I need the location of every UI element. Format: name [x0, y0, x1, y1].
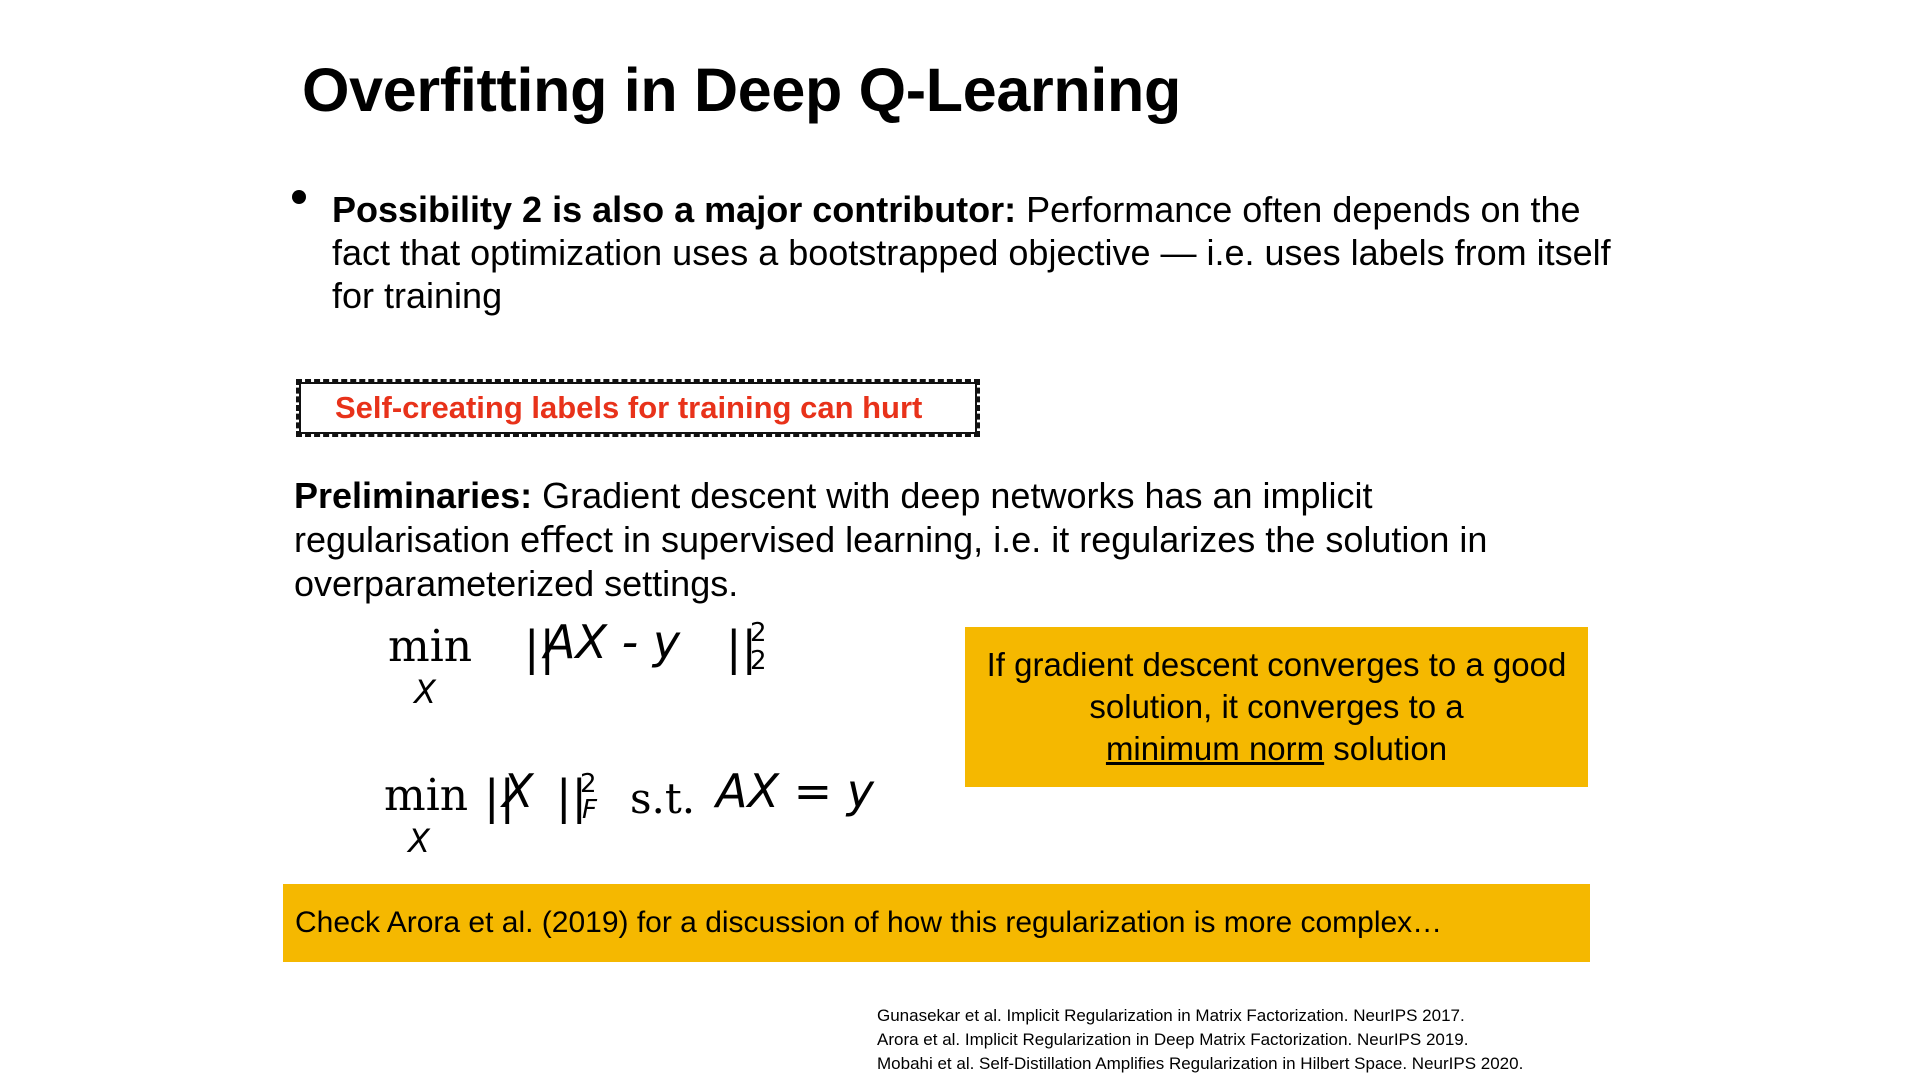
reference-item: Arora et al. Implicit Regularization in … — [877, 1030, 1469, 1049]
eq2-sub: F — [582, 795, 597, 825]
eq2-min-var: X — [408, 822, 430, 860]
arora-note-text: Check Arora et al. (2019) for a discussi… — [295, 906, 1443, 939]
note-underlined: minimum norm — [1105, 730, 1325, 767]
eq1-sub: 2 — [750, 646, 767, 676]
slide-title: Overfitting in Deep Q-Learning — [302, 56, 1181, 124]
arora-note-bar: Check Arora et al. (2019) for a discussi… — [283, 884, 1590, 962]
eq1-min: min — [388, 621, 473, 672]
bullet-dot — [292, 190, 306, 204]
preliminaries-bold: Preliminaries: — [294, 475, 533, 516]
eq2-st: s.t. — [630, 774, 696, 823]
eq2-body: X — [502, 764, 534, 818]
callout-box: Self-creating labels for training can hu… — [296, 379, 980, 437]
note-line-1: If gradient descent converges to a good … — [986, 646, 1567, 725]
preliminaries-text: Preliminaries: Gradient descent with dee… — [294, 474, 1594, 606]
eq1-body: AX - y — [544, 615, 681, 669]
reference-item: Mobahi et al. Self-Distillation Amplifie… — [877, 1054, 1524, 1073]
note-text: If gradient descent converges to a good … — [985, 644, 1568, 770]
bullet-bold: Possibility 2 is also a major contributo… — [332, 189, 1017, 230]
note-line-3: solution — [1324, 730, 1448, 767]
eq1-min-var: X — [414, 673, 436, 711]
eq2-rhs: AX = y — [716, 764, 874, 818]
note-box: If gradient descent converges to a good … — [965, 627, 1588, 787]
eq1-sup: 2 — [750, 618, 767, 648]
bullet-text: Possibility 2 is also a major contributo… — [332, 188, 1632, 317]
equation-2: min X || X || 2 F s.t. AX = y — [384, 764, 924, 868]
references: Gunasekar et al. Implicit Regularization… — [877, 1004, 1523, 1076]
eq2-min: min — [384, 770, 469, 821]
reference-item: Gunasekar et al. Implicit Regularization… — [877, 1006, 1465, 1025]
eq2-sup: 2 — [580, 769, 597, 799]
equation-1: min X || AX - y || 2 2 — [388, 615, 808, 715]
callout-text: Self-creating labels for training can hu… — [335, 390, 923, 425]
